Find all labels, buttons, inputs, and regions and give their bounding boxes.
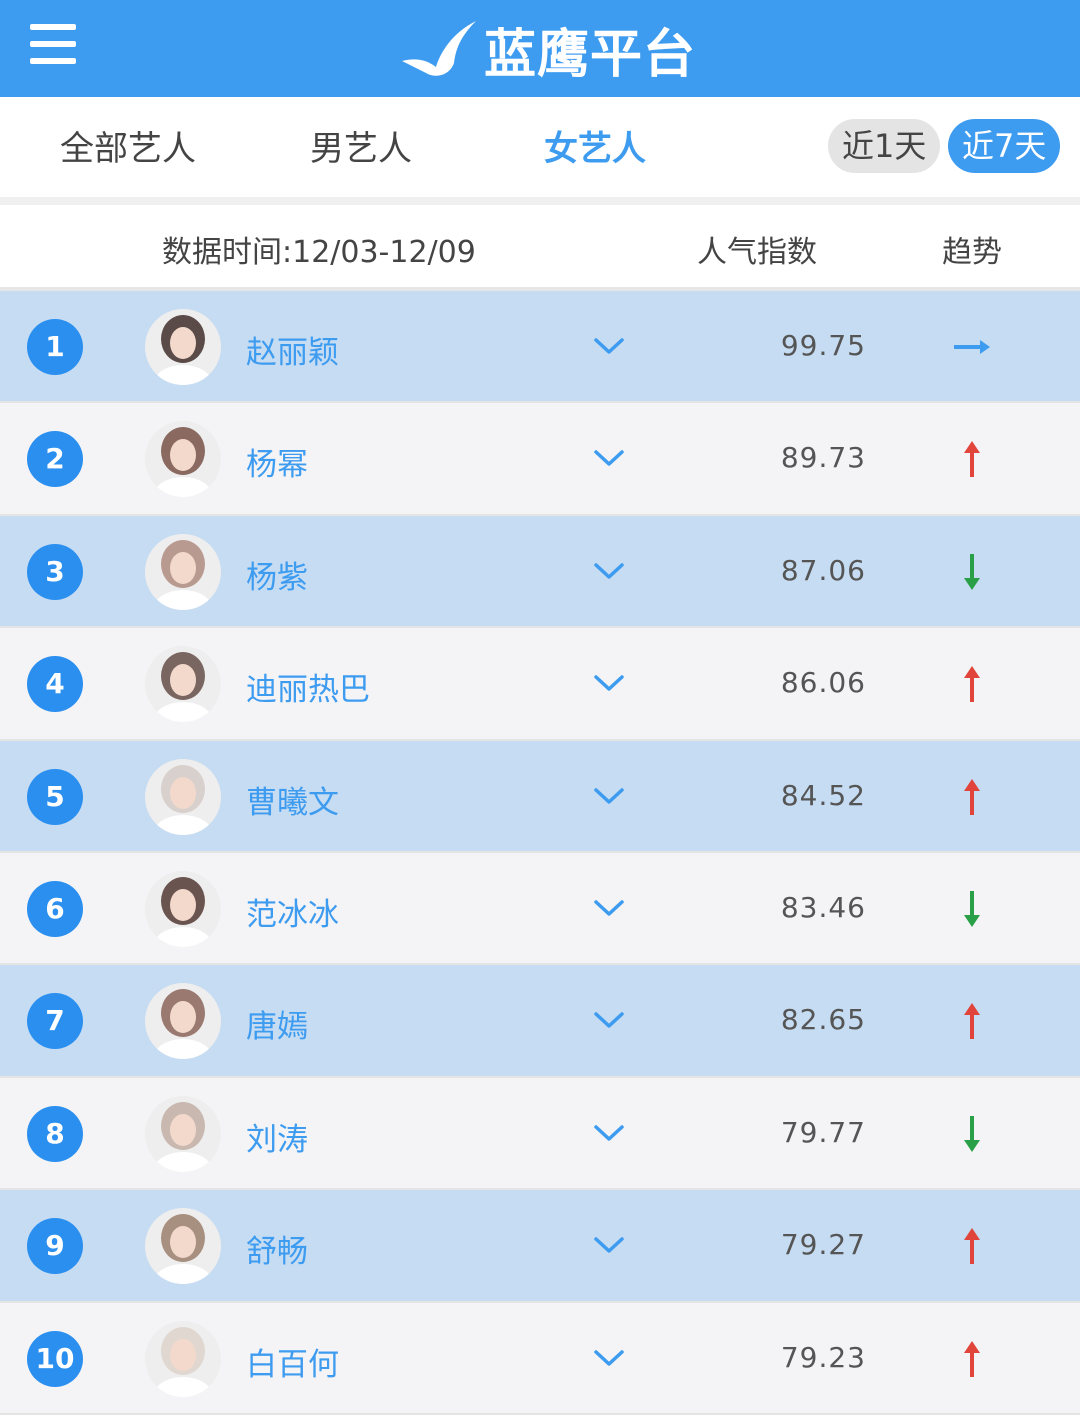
table-row[interactable]: 7 唐嫣 82.65 (0, 965, 1080, 1078)
chevron-down-icon[interactable] (592, 893, 626, 923)
chevron-down-icon[interactable] (592, 1343, 626, 1373)
artist-name[interactable]: 舒畅 (246, 1226, 308, 1271)
table-row[interactable]: 2 杨幂 89.73 (0, 403, 1080, 516)
popularity-score: 84.52 (780, 778, 866, 812)
avatar (145, 1320, 221, 1397)
chevron-down-icon[interactable] (592, 331, 626, 361)
artist-name[interactable]: 杨幂 (246, 439, 308, 484)
trend-column-label: 趋势 (942, 235, 1002, 270)
category-tabs: 全部艺人 男艺人 女艺人 近1天 近7天 (0, 97, 1080, 197)
artist-name[interactable]: 刘涛 (246, 1114, 308, 1159)
eagle-logo-icon (402, 21, 476, 76)
arrow-up-icon (964, 1228, 980, 1265)
avatar (145, 421, 221, 498)
popularity-score: 79.23 (780, 1340, 866, 1374)
arrow-up-icon (964, 666, 980, 703)
chevron-down-icon[interactable] (592, 443, 626, 473)
table-row[interactable]: 4 迪丽热巴 86.06 (0, 628, 1080, 741)
chevron-down-icon[interactable] (592, 668, 626, 698)
popularity-score: 79.27 (780, 1228, 866, 1262)
avatar (145, 1208, 221, 1285)
score-column-label: 人气指数 (697, 235, 817, 270)
data-time-label: 数据时间:12/03-12/09 (162, 235, 476, 270)
table-row[interactable]: 8 刘涛 79.77 (0, 1077, 1080, 1191)
popularity-score: 86.06 (780, 666, 866, 700)
arrow-up-icon (964, 778, 980, 815)
table-row[interactable]: 3 杨紫 87.06 (0, 515, 1080, 629)
tab-male-artists[interactable]: 男艺人 (310, 121, 412, 170)
artist-name[interactable]: 赵丽颖 (246, 327, 339, 372)
artist-name[interactable]: 白百何 (246, 1339, 339, 1384)
artist-name[interactable]: 迪丽热巴 (246, 664, 370, 709)
avatar (145, 646, 221, 723)
table-row[interactable]: 10 白百何 79.23 (0, 1302, 1080, 1415)
avatar (145, 309, 221, 385)
divider (0, 197, 1080, 205)
app-header: 蓝鹰平台 (0, 0, 1080, 97)
avatar (145, 870, 221, 947)
column-header: 数据时间:12/03-12/09 人气指数 趋势 (0, 205, 1080, 291)
table-row[interactable]: 9 舒畅 79.27 (0, 1190, 1080, 1303)
rank-badge: 2 (27, 431, 83, 488)
artist-name[interactable]: 唐嫣 (246, 1001, 308, 1046)
tab-female-artists[interactable]: 女艺人 (544, 121, 646, 170)
range-7day-button[interactable]: 近7天 (948, 119, 1061, 173)
rank-badge: 10 (27, 1330, 83, 1387)
arrow-down-icon (964, 890, 980, 927)
popularity-score: 79.77 (780, 1115, 866, 1149)
artist-name[interactable]: 范冰冰 (246, 889, 339, 934)
arrow-up-icon (964, 441, 980, 478)
arrow-down-icon (964, 1115, 980, 1152)
rank-badge: 3 (27, 543, 83, 600)
brand-title: 蓝鹰平台 (484, 24, 697, 85)
popularity-score: 83.46 (780, 890, 866, 924)
arrow-up-icon (964, 1340, 980, 1377)
rank-badge: 6 (27, 880, 83, 937)
range-1day-button[interactable]: 近1天 (828, 119, 941, 173)
rank-badge: 7 (27, 993, 83, 1050)
table-row[interactable]: 6 范冰冰 83.46 (0, 852, 1080, 966)
menu-icon[interactable] (30, 24, 76, 64)
popularity-score: 82.65 (780, 1003, 866, 1037)
brand: 蓝鹰平台 (400, 14, 697, 85)
chevron-down-icon[interactable] (592, 781, 626, 811)
avatar (145, 758, 221, 835)
tab-all-artists[interactable]: 全部艺人 (60, 121, 196, 170)
rank-badge: 4 (27, 656, 83, 713)
rank-badge: 5 (27, 768, 83, 825)
chevron-down-icon[interactable] (592, 1230, 626, 1260)
table-row[interactable]: 5 曹曦文 84.52 (0, 740, 1080, 853)
rank-badge: 9 (27, 1218, 83, 1275)
avatar (145, 533, 221, 610)
popularity-score: 89.73 (780, 441, 866, 475)
chevron-down-icon[interactable] (592, 1118, 626, 1148)
arrow-right-icon (954, 340, 990, 354)
rank-badge: 1 (27, 319, 83, 375)
popularity-score: 99.75 (780, 329, 866, 362)
chevron-down-icon[interactable] (592, 556, 626, 586)
ranking-list: 1 赵丽颖 99.75 2 杨幂 89.73 3 杨紫 87.06 4 迪丽热巴 86.06 5 曹曦文 8… (0, 291, 1080, 1415)
arrow-up-icon (964, 1003, 980, 1040)
rank-badge: 8 (27, 1105, 83, 1162)
popularity-score: 87.06 (780, 553, 866, 587)
arrow-down-icon (964, 553, 980, 590)
artist-name[interactable]: 杨紫 (246, 552, 308, 597)
artist-name[interactable]: 曹曦文 (246, 777, 339, 822)
avatar (145, 1095, 221, 1172)
chevron-down-icon[interactable] (592, 1005, 626, 1035)
avatar (145, 983, 221, 1060)
table-row[interactable]: 1 赵丽颖 99.75 (0, 291, 1080, 404)
